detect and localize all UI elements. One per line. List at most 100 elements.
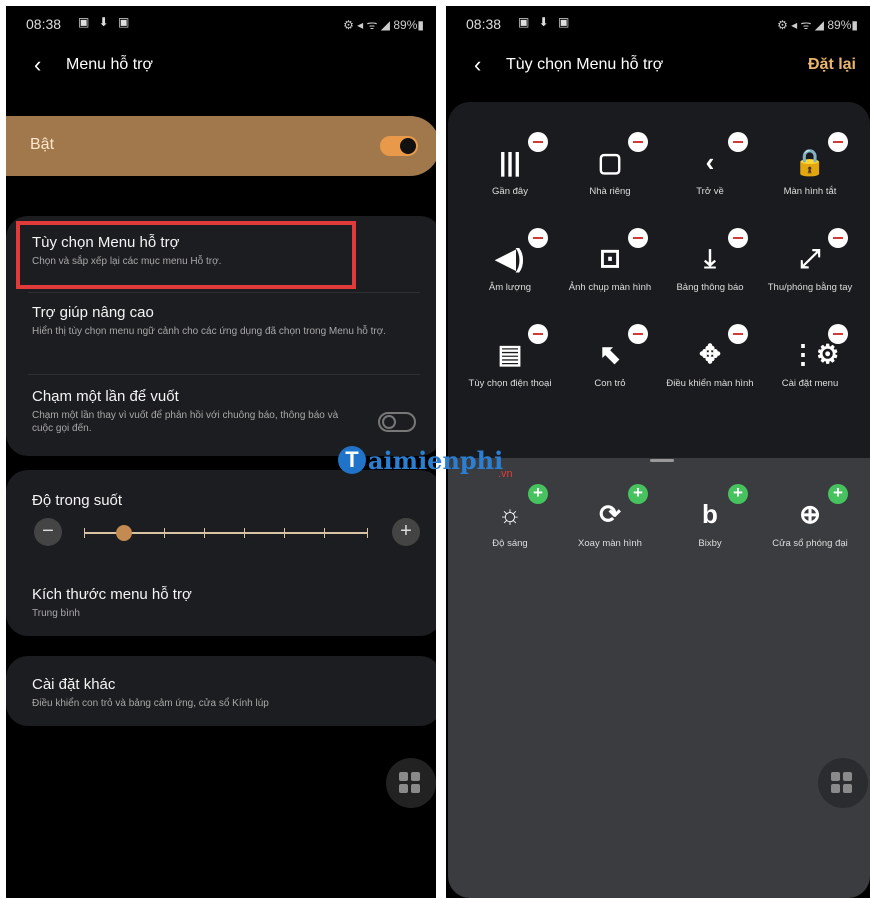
active-menu-item[interactable]: ▢ Nhà riêng	[560, 132, 660, 198]
active-menu-item[interactable]: ⋮⚙ Cài đặt menu	[760, 324, 860, 390]
assistant-menu-button[interactable]	[818, 758, 868, 808]
slider-tick	[164, 528, 165, 538]
option-advanced-help[interactable]: Trợ giúp nâng cao Hiển thị tùy chọn menu…	[32, 304, 402, 338]
available-menu-item[interactable]: ☼ Độ sáng	[460, 483, 560, 550]
slider-tick	[367, 528, 368, 538]
item-glyph: ⬉	[599, 339, 621, 369]
menu-size-row[interactable]: Kích thước menu hỗ trợ Trung bình	[32, 586, 402, 620]
remove-icon[interactable]	[628, 132, 648, 152]
active-menu-item[interactable]: 🔒 Màn hình tắt	[760, 132, 860, 198]
remove-icon[interactable]	[528, 228, 548, 248]
tap-to-swipe-switch[interactable]	[378, 412, 416, 432]
slider-tick	[324, 528, 325, 538]
slider-tick	[204, 528, 205, 538]
item-icon: ⊕	[790, 483, 848, 532]
active-menu-item[interactable]: ‹ Trở về	[660, 132, 760, 198]
app-bar: ‹ Menu hỗ trợ	[6, 50, 436, 80]
available-menu-item[interactable]: b Bixby	[660, 483, 760, 550]
master-switch[interactable]	[380, 136, 418, 156]
item-icon: ⋮⚙	[790, 324, 848, 372]
active-menu-item[interactable]: ⤢ Thu/phóng bằng tay	[760, 228, 860, 294]
remove-icon[interactable]	[628, 228, 648, 248]
active-menu-item[interactable]: ⬉ Con trỏ	[560, 324, 660, 390]
page-title: Menu hỗ trợ	[66, 56, 153, 73]
slider-tick	[84, 528, 85, 538]
page-title: Tùy chọn Menu hỗ trợ	[506, 56, 664, 73]
active-menu-item[interactable]: ⊡ Ảnh chụp màn hình	[560, 228, 660, 294]
remove-icon[interactable]	[528, 324, 548, 344]
option-title: Chạm một lần để vuốt	[32, 388, 179, 405]
add-icon[interactable]	[728, 483, 748, 504]
remove-icon[interactable]	[828, 324, 848, 344]
item-icon: ⬉	[590, 324, 648, 372]
master-toggle-row[interactable]: Bật	[6, 116, 436, 176]
drag-handle[interactable]	[650, 459, 674, 462]
add-icon[interactable]	[528, 483, 548, 504]
option-tap-to-swipe[interactable]: Chạm một lần để vuốt Chạm một lần thay v…	[32, 388, 362, 435]
other-settings-title: Cài đặt khác	[32, 676, 116, 693]
add-icon[interactable]	[828, 483, 848, 504]
option-menu-options[interactable]: Tùy chọn Menu hỗ trợ Chọn và sắp xếp lại…	[32, 234, 402, 268]
status-system-icons: ⚙ ◂ ᯤ ◢ 89%▮	[343, 18, 424, 32]
item-glyph: 🔒	[793, 147, 827, 177]
remove-icon[interactable]	[728, 132, 748, 152]
item-label: Bixby	[698, 538, 722, 549]
option-title: Tùy chọn Menu hỗ trợ	[32, 234, 180, 251]
remove-icon[interactable]	[828, 228, 848, 248]
active-menu-item[interactable]: ⤓ Bảng thông báo	[660, 228, 760, 294]
item-glyph: ⟳	[599, 499, 621, 529]
available-menu-item[interactable]: ⟳ Xoay màn hình	[560, 483, 660, 550]
status-bar: 08:38 ▣ ⬇ ▣ ⚙ ◂ ᯤ ◢ 89%▮	[6, 12, 436, 34]
item-icon: ◀)	[490, 228, 548, 276]
item-label: Cửa sổ phóng đại	[772, 538, 848, 549]
remove-icon[interactable]	[528, 132, 548, 152]
other-settings-subtitle: Điều khiển con trỏ và bảng cảm ứng, cửa …	[32, 698, 269, 709]
item-glyph: b	[702, 499, 718, 529]
item-label: Trở về	[696, 186, 724, 197]
grid-icon	[399, 772, 408, 781]
item-glyph: ▢	[597, 147, 623, 177]
item-icon: ⤓	[690, 228, 748, 276]
active-menu-item[interactable]: ✥ Điều khiển màn hình	[660, 324, 760, 390]
status-notification-icons: ▣ ⬇ ▣	[78, 15, 133, 29]
back-icon[interactable]: ‹	[34, 52, 41, 78]
item-label: Con trỏ	[594, 378, 626, 389]
item-glyph: ‹	[705, 147, 715, 177]
item-glyph: ⊡	[599, 243, 621, 273]
reset-button[interactable]: Đặt lại	[808, 56, 856, 74]
decrease-button[interactable]: −	[34, 518, 62, 546]
divider	[28, 374, 420, 375]
watermark-letter: T	[338, 446, 366, 474]
remove-icon[interactable]	[728, 324, 748, 344]
remove-icon[interactable]	[728, 228, 748, 248]
item-glyph: ☼	[498, 499, 522, 529]
add-icon[interactable]	[628, 483, 648, 504]
grid-icon	[399, 784, 408, 793]
active-menu-item[interactable]: ||| Gần đây	[460, 132, 560, 198]
grid-icon	[843, 784, 852, 793]
item-icon: ✥	[690, 324, 748, 372]
slider-thumb[interactable]	[115, 525, 132, 541]
other-settings-row[interactable]: Cài đặt khác Điều khiển con trỏ và bảng …	[32, 676, 402, 710]
appearance-card: Độ trong suốt − + Kích thước menu hỗ trợ…	[6, 470, 436, 636]
slider-tick	[244, 528, 245, 538]
other-settings-card[interactable]: Cài đặt khác Điều khiển con trỏ và bảng …	[6, 656, 436, 726]
item-glyph: ⋮⚙	[790, 339, 840, 369]
active-menu-item[interactable]: ▤ Tùy chọn điện thoại	[460, 324, 560, 390]
back-icon[interactable]: ‹	[474, 52, 481, 78]
toggle-label: Bật	[30, 136, 55, 153]
remove-icon[interactable]	[628, 324, 648, 344]
remove-icon[interactable]	[828, 132, 848, 152]
item-label: Nhà riêng	[589, 186, 631, 197]
item-icon: ▤	[490, 324, 548, 372]
item-icon: 🔒	[790, 132, 848, 180]
increase-button[interactable]: +	[392, 518, 420, 546]
grid-icon	[411, 784, 420, 793]
option-title: Trợ giúp nâng cao	[32, 304, 154, 321]
assistant-menu-button[interactable]	[386, 758, 436, 808]
item-glyph: ✥	[699, 339, 721, 369]
transparency-slider[interactable]	[84, 525, 368, 541]
active-menu-item[interactable]: ◀) Âm lượng	[460, 228, 560, 294]
available-menu-item[interactable]: ⊕ Cửa sổ phóng đại	[760, 483, 860, 550]
grid-icon	[411, 772, 420, 781]
